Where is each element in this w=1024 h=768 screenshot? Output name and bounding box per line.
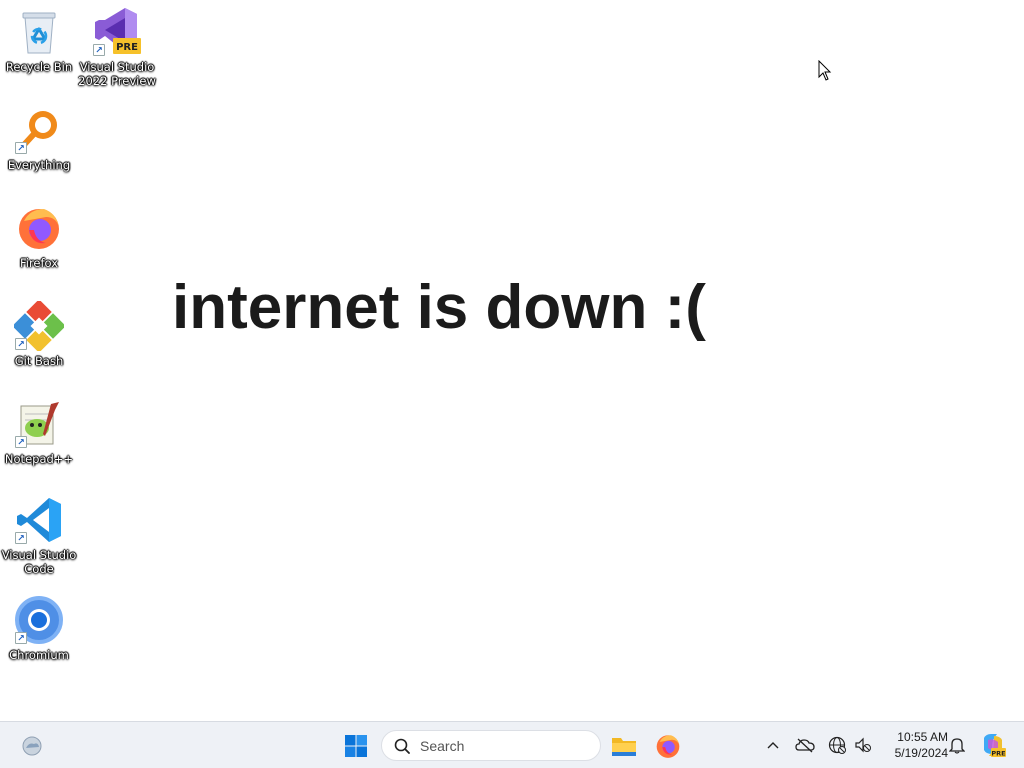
everything-search-icon: ↗: [13, 104, 65, 156]
shortcut-arrow-icon: ↗: [15, 632, 27, 644]
volume-button[interactable]: [852, 734, 874, 756]
visual-studio-preview-icon: PRE ↗: [91, 6, 143, 58]
desktop-icon-label: Firefox: [19, 256, 59, 270]
network-button[interactable]: [826, 734, 848, 756]
clock-date: 5/19/2024: [894, 746, 948, 760]
search-icon: [394, 738, 410, 754]
svg-text:PRE: PRE: [991, 750, 1005, 758]
svg-text:PRE: PRE: [116, 42, 138, 53]
firefox-icon: [13, 202, 65, 254]
desktop-icon-visual-studio-preview[interactable]: PRE ↗ Visual Studio 2022 Preview: [78, 6, 156, 88]
desktop-icon-git-bash[interactable]: ↗ Git Bash: [0, 300, 78, 368]
onedrive-offline-icon: [795, 738, 815, 753]
taskbar-firefox[interactable]: [652, 730, 684, 762]
desktop-headline-text: internet is down :(: [172, 273, 706, 342]
clock-time: 10:55 AM: [897, 730, 948, 744]
start-button[interactable]: [340, 730, 372, 762]
file-explorer-icon: [612, 738, 636, 756]
desktop: Recycle Bin PRE ↗ Visual Studio 2022 Pre…: [0, 0, 1024, 721]
search-input[interactable]: [420, 737, 590, 754]
taskbar: 10:55 AM 5/19/2024 PRE: [0, 721, 1024, 768]
notifications-button[interactable]: [946, 734, 968, 756]
network-globe-icon: [828, 736, 846, 754]
taskbar-file-explorer[interactable]: [608, 730, 640, 762]
recycle-bin-icon: [13, 6, 65, 58]
onedrive-button[interactable]: [794, 734, 816, 756]
desktop-icon-label: Visual Studio Code: [1, 548, 77, 576]
show-hidden-icons-button[interactable]: [762, 734, 784, 756]
chromium-icon: ↗: [13, 594, 65, 646]
shortcut-arrow-icon: ↗: [93, 44, 105, 56]
desktop-icon-firefox[interactable]: Firefox: [0, 202, 78, 270]
shortcut-arrow-icon: ↗: [15, 142, 27, 154]
desktop-icon-label: Visual Studio 2022 Preview: [78, 60, 156, 88]
desktop-icon-label: Notepad++: [4, 452, 74, 466]
desktop-icon-label: Chromium: [9, 648, 69, 662]
desktop-icon-label: Git Bash: [14, 354, 64, 368]
desktop-icon-recycle-bin[interactable]: Recycle Bin: [0, 6, 78, 74]
shortcut-arrow-icon: ↗: [15, 532, 27, 544]
desktop-icon-label: Recycle Bin: [5, 60, 73, 74]
weather-widget-icon: [22, 736, 42, 756]
desktop-icon-chromium[interactable]: ↗ Chromium: [0, 594, 78, 662]
sound-muted-icon: [855, 737, 871, 753]
vscode-icon: ↗: [13, 494, 65, 546]
git-bash-icon: ↗: [13, 300, 65, 352]
notepad-plus-plus-icon: ↗: [13, 398, 65, 450]
shortcut-arrow-icon: ↗: [15, 436, 27, 448]
desktop-icon-notepad-plus-plus[interactable]: ↗ Notepad++: [0, 398, 78, 466]
desktop-icon-label: Everything: [7, 158, 71, 172]
firefox-icon: [656, 735, 680, 758]
windows-start-icon: [345, 735, 367, 757]
desktop-icon-vscode[interactable]: ↗ Visual Studio Code: [0, 494, 78, 576]
taskbar-clock[interactable]: 10:55 AM 5/19/2024: [880, 729, 948, 761]
copilot-preview-icon: PRE: [984, 734, 1006, 758]
widgets-button[interactable]: [16, 730, 48, 762]
taskbar-search-box[interactable]: [381, 730, 601, 761]
shortcut-arrow-icon: ↗: [15, 338, 27, 350]
chevron-up-icon: [767, 742, 779, 749]
desktop-icon-everything[interactable]: ↗ Everything: [0, 104, 78, 172]
copilot-button[interactable]: PRE: [980, 732, 1006, 758]
bell-icon: [949, 738, 965, 754]
mouse-cursor-icon: [818, 60, 832, 81]
